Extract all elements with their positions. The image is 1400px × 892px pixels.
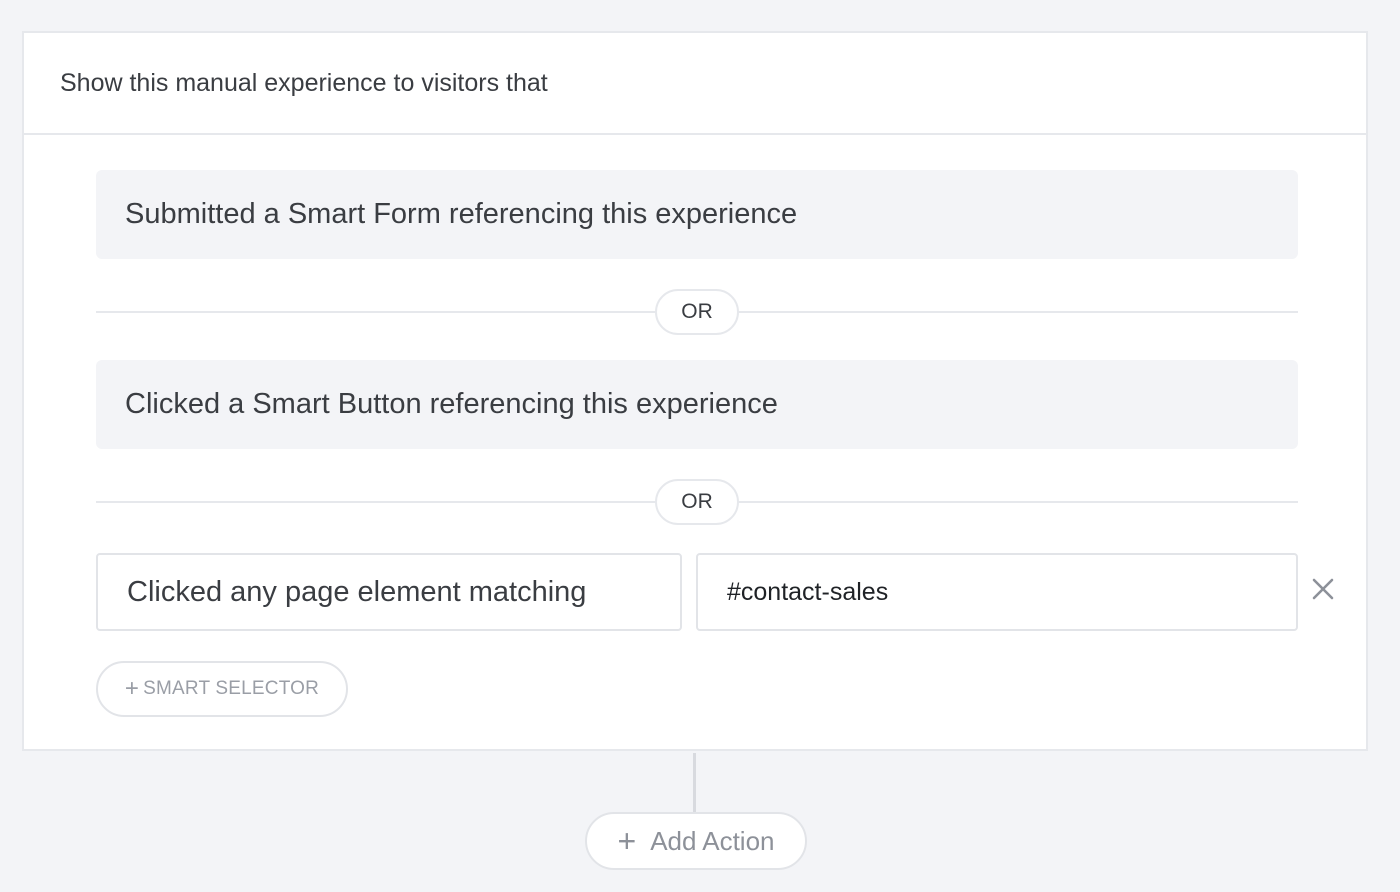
audience-rules-card: Show this manual experience to visitors … <box>22 31 1368 751</box>
condition-label: Clicked a Smart Button referencing this … <box>125 388 778 420</box>
condition-type-select[interactable]: Clicked any page element matching <box>96 553 682 631</box>
plus-icon: + <box>617 823 637 859</box>
plus-icon: + <box>124 675 140 702</box>
remove-condition-button[interactable] <box>1308 576 1338 606</box>
or-badge: OR <box>655 479 739 525</box>
smart-selector-label: SMART SELECTOR <box>143 678 320 699</box>
add-smart-selector-button[interactable]: + SMART SELECTOR <box>96 661 348 717</box>
condition-label: Submitted a Smart Form referencing this … <box>125 198 798 230</box>
or-divider: OR <box>96 289 1298 335</box>
condition-smart-form[interactable]: Submitted a Smart Form referencing this … <box>96 170 1298 259</box>
selector-value-input[interactable] <box>696 553 1298 631</box>
add-action-label: Add Action <box>650 825 775 856</box>
card-header: Show this manual experience to visitors … <box>24 33 1366 135</box>
close-icon <box>1312 578 1334 605</box>
condition-type-value: Clicked any page element matching <box>127 575 587 608</box>
condition-smart-button[interactable]: Clicked a Smart Button referencing this … <box>96 360 1298 449</box>
card-header-title: Show this manual experience to visitors … <box>60 68 548 97</box>
or-badge: OR <box>655 289 739 335</box>
flow-connector-line <box>693 753 696 813</box>
or-divider: OR <box>96 479 1298 525</box>
add-action-button[interactable]: + Add Action <box>585 812 807 870</box>
